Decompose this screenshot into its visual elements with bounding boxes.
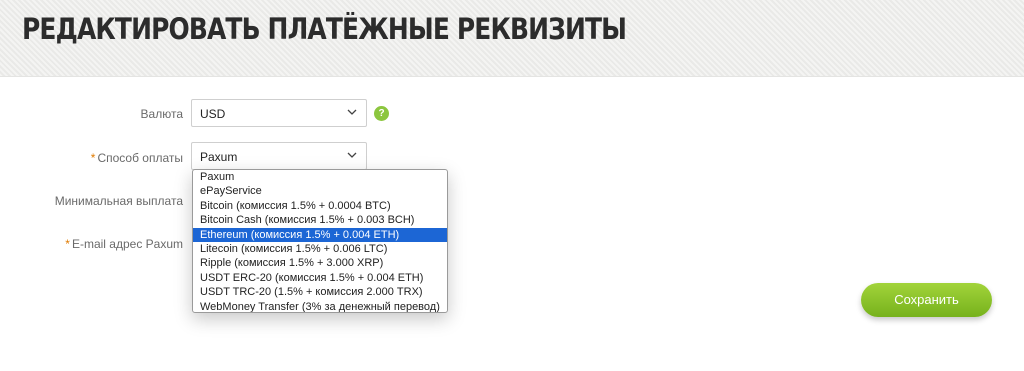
- dropdown-option-webmoney[interactable]: WebMoney Transfer (3% за денежный перево…: [193, 300, 447, 312]
- required-mark: *: [90, 151, 96, 165]
- dropdown-option-bitcoin-cash[interactable]: Bitcoin Cash (комиссия 1.5% + 0.003 BCH): [193, 213, 447, 227]
- payment-method-value: Paxum: [200, 150, 238, 164]
- dropdown-option-ripple[interactable]: Ripple (комиссия 1.5% + 3.000 XRP): [193, 256, 447, 270]
- required-mark: *: [65, 237, 70, 251]
- currency-label: Валюта: [140, 107, 183, 121]
- page-header: РЕДАКТИРОВАТЬ ПЛАТЁЖНЫЕ РЕКВИЗИТЫ: [0, 0, 1024, 77]
- dropdown-option-epayservice[interactable]: ePayService: [193, 184, 447, 198]
- help-icon[interactable]: ?: [374, 106, 389, 121]
- dropdown-option-usdt-erc20[interactable]: USDT ERC-20 (комиссия 1.5% + 0.004 ETH): [193, 271, 447, 285]
- save-button[interactable]: Сохранить: [861, 283, 992, 317]
- dropdown-option-paxum[interactable]: Paxum: [193, 170, 447, 184]
- dropdown-option-litecoin[interactable]: Litecoin (комиссия 1.5% + 0.006 LTC): [193, 242, 447, 256]
- page-title: РЕДАКТИРОВАТЬ ПЛАТЁЖНЫЕ РЕКВИЗИТЫ: [22, 12, 627, 46]
- min-payout-label: Минимальная выплата: [54, 194, 183, 208]
- currency-value: USD: [200, 107, 226, 121]
- chevron-down-icon: [347, 109, 357, 115]
- payment-method-label: * Способ оплаты: [90, 151, 183, 165]
- payment-method-dropdown: Paxum ePayService Bitcoin (комиссия 1.5%…: [192, 169, 448, 313]
- dropdown-option-bitcoin[interactable]: Bitcoin (комиссия 1.5% + 0.0004 BTC): [193, 199, 447, 213]
- dropdown-option-usdt-trc20[interactable]: USDT TRC-20 (1.5% + комиссия 2.000 TRX): [193, 285, 447, 299]
- dropdown-option-ethereum[interactable]: Ethereum (комиссия 1.5% + 0.004 ETH): [193, 227, 447, 242]
- chevron-down-icon: [347, 152, 357, 158]
- currency-select[interactable]: USD: [191, 99, 367, 127]
- payment-method-select[interactable]: Paxum: [191, 142, 367, 170]
- email-label: * E-mail адрес Paxum: [65, 237, 183, 251]
